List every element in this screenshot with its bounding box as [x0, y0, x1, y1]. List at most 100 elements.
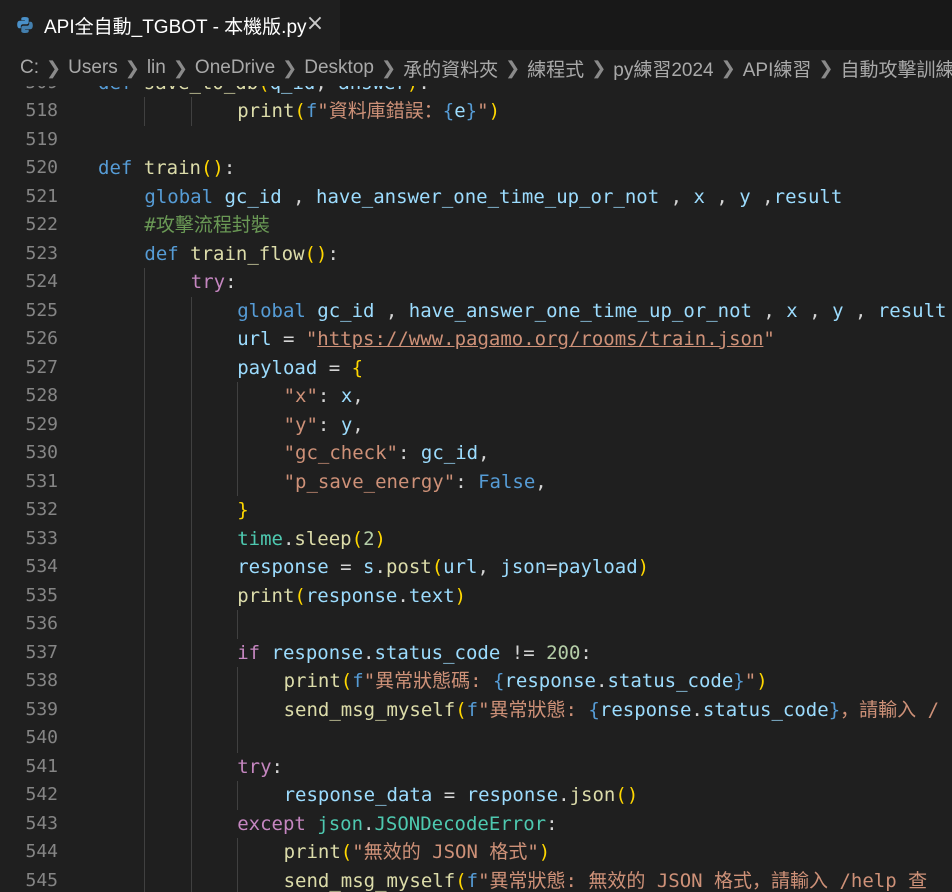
indent-guide	[190, 325, 192, 354]
indent-guide	[190, 638, 192, 667]
indent-guide	[144, 838, 146, 867]
code-line[interactable]: 531 "p_save_energy": False,	[0, 468, 952, 497]
indent-guide	[237, 724, 239, 753]
code-text: global gc_id , have_answer_one_time_up_o…	[144, 183, 842, 212]
code-line[interactable]: 541 try:	[0, 753, 952, 782]
breadcrumb-item-c[interactable]: C:	[20, 57, 39, 79]
code-text: time.sleep(2)	[237, 525, 386, 554]
breadcrumb-item-onedrive[interactable]: OneDrive	[195, 57, 275, 79]
code-token: :	[327, 242, 339, 265]
code-line[interactable]: 518 print(f"資料庫錯誤：{e}")	[0, 97, 952, 126]
code-token: e	[454, 100, 466, 122]
code-line[interactable]: 538 print(f"異常狀態碼: {response.status_code}…	[0, 667, 952, 696]
code-token: status_code	[702, 698, 829, 721]
indent-guide	[237, 781, 239, 810]
line-number: 523	[25, 242, 58, 264]
indent-guide	[190, 610, 192, 639]
code-line[interactable]: 522 #攻擊流程封裝	[0, 211, 952, 240]
breadcrumb-item-practice[interactable]: 練程式	[527, 55, 584, 82]
line-number: 527	[25, 356, 58, 378]
code-line[interactable]: 523 def train_flow():	[0, 240, 952, 269]
code-token: s	[363, 556, 375, 578]
code-line[interactable]: 524 try:	[0, 268, 952, 297]
code-line[interactable]: 534 response = s.post(url, json=payload)	[0, 553, 952, 582]
code-token: (	[455, 869, 467, 892]
python-file-icon	[16, 16, 34, 34]
line-number: 521	[25, 185, 58, 207]
indent-guide	[144, 524, 146, 553]
line-number: 519	[25, 128, 58, 150]
code-line[interactable]: 521 global gc_id , have_answer_one_time_u…	[0, 183, 952, 212]
code-line[interactable]: 543 except json.JSONDecodeError:	[0, 810, 952, 839]
code-line[interactable]: 544 print("無效的 JSON 格式")	[0, 838, 952, 867]
code-token: time	[237, 527, 283, 550]
code-token: )	[538, 841, 551, 863]
code-line[interactable]: 530 "gc_check": gc_id,	[0, 439, 952, 468]
indent-guide	[190, 467, 192, 496]
code-token: )	[756, 670, 768, 692]
code-line[interactable]: 539 send_msg_myself(f"異常狀態: {response.sta…	[0, 696, 952, 725]
breadcrumb-item-folder[interactable]: 承的資料夾	[403, 55, 498, 82]
code-line[interactable]: 525 global gc_id , have_answer_one_time_u…	[0, 297, 952, 326]
code-token: "	[763, 328, 775, 350]
code-token: print	[283, 670, 341, 692]
code-token: "x"	[283, 385, 318, 407]
code-token: print	[283, 841, 341, 863]
code-line[interactable]: 535 print(response.text)	[0, 582, 952, 611]
indent-guide	[144, 667, 146, 696]
code-token: {	[493, 670, 505, 692]
code-token: send_msg_myself	[283, 869, 456, 892]
close-icon[interactable]: ×	[304, 13, 326, 35]
code-text: print(f"異常狀態碼: {response.status_code}")	[284, 667, 768, 696]
code-line[interactable]: 509 def save_to_db(q_id, answer):	[0, 86, 952, 97]
code-token: global	[237, 299, 318, 322]
breadcrumb-item-auto-attack[interactable]: 自動攻擊訓練	[840, 55, 952, 82]
code-token: )	[407, 86, 418, 94]
code-token: :	[317, 385, 341, 407]
indent-guide	[237, 382, 239, 411]
indent-guide	[190, 439, 192, 468]
indent-guide	[237, 610, 239, 639]
code-token: response_data	[283, 784, 433, 806]
code-token: url	[443, 556, 478, 578]
indent-guide	[144, 410, 146, 439]
breadcrumb-item-py2024[interactable]: py練習2024	[613, 55, 713, 82]
code-line[interactable]: 545 send_msg_myself(f"異常狀態: 無效的 JSON 格式，請…	[0, 867, 952, 892]
code-editor[interactable]: 509def save_to_db(q_id, answer):518print…	[0, 86, 952, 892]
code-line[interactable]: 527 payload = {	[0, 354, 952, 383]
code-line[interactable]: 537 if response.status_code != 200:	[0, 639, 952, 668]
code-line[interactable]: 526 url = "https://www.pagamo.org/rooms/t…	[0, 325, 952, 354]
code-token: response	[271, 641, 364, 664]
code-token: ,	[477, 556, 501, 578]
code-text: "y": y,	[284, 411, 364, 440]
code-token: payload	[557, 556, 638, 578]
code-line[interactable]: 520 def train():	[0, 154, 952, 183]
code-text: try:	[237, 753, 283, 782]
code-line[interactable]: 532}	[0, 496, 952, 525]
code-token: f	[466, 698, 479, 721]
code-text: except json.JSONDecodeError:	[237, 810, 557, 839]
indent-guide	[144, 809, 146, 838]
breadcrumb-item-desktop[interactable]: Desktop	[304, 57, 374, 79]
code-text: global gc_id , have_answer_one_time_up_o…	[237, 297, 946, 326]
code-token: (	[351, 527, 364, 550]
breadcrumb-item-users[interactable]: Users	[68, 57, 118, 79]
code-token: have_answer_one_time_up_or_not	[316, 185, 660, 208]
code-token: "異常狀態碼:	[363, 670, 494, 692]
code-token: #攻擊流程封裝	[144, 214, 270, 236]
code-line[interactable]: 528 "x": x,	[0, 382, 952, 411]
code-line[interactable]: 533 time.sleep(2)	[0, 525, 952, 554]
code-token: try	[190, 271, 226, 293]
code-line[interactable]: 540	[0, 724, 952, 753]
code-token: "	[744, 670, 757, 692]
code-line[interactable]: 519	[0, 126, 952, 155]
code-token: gc_id	[317, 299, 375, 322]
code-line[interactable]: 542 response_data = response.json()	[0, 781, 952, 810]
code-line[interactable]: 529 "y": y,	[0, 411, 952, 440]
line-number: 509	[0, 86, 58, 97]
code-line[interactable]: 536	[0, 610, 952, 639]
breadcrumb-item-lin[interactable]: lin	[147, 57, 166, 79]
indent-guide	[190, 410, 192, 439]
tab-api-tgbot[interactable]: API全自動_TGBOT - 本機版.py ×	[0, 0, 340, 50]
breadcrumb-item-api[interactable]: API練習	[743, 55, 812, 82]
